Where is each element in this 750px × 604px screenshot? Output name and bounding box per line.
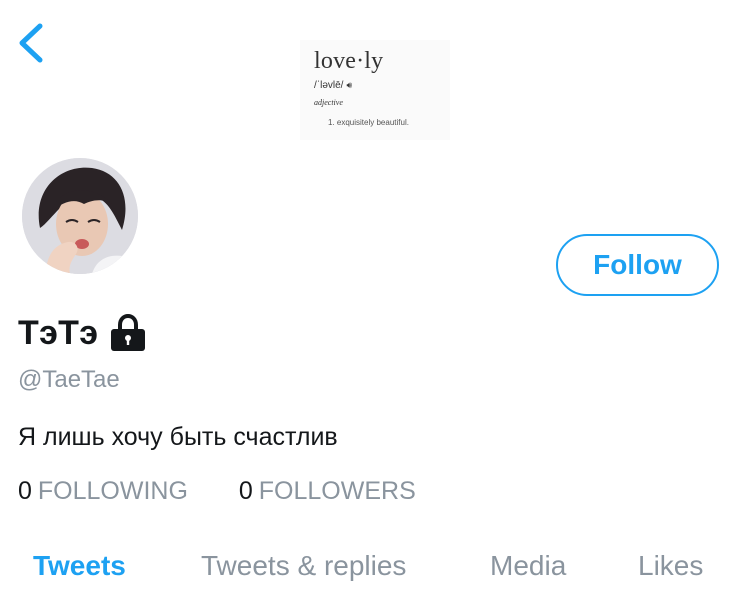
speaker-icon: 🔊︎ [346, 80, 353, 90]
display-name: ТэТэ [18, 313, 99, 352]
profile-stats: 0 FOLLOWING 0 FOLLOWERS [18, 477, 416, 506]
back-button[interactable] [10, 18, 54, 68]
following-count: 0 [18, 477, 32, 505]
followers-count: 0 [238, 477, 253, 505]
tab-tweets-replies[interactable]: Tweets & replies [201, 550, 406, 582]
profile-header: love·ly /ˈləvlē/🔊︎ adjective 1. exquisit… [0, 0, 750, 160]
follow-button[interactable]: Follow [556, 234, 719, 296]
tab-likes[interactable]: Likes [638, 550, 703, 582]
definition-part-of-speech: adjective [314, 98, 343, 107]
profile-name-row: ТэТэ [18, 311, 148, 355]
definition-pronunciation: /ˈləvlē/🔊︎ [314, 80, 353, 91]
profile-bio: Я лишь хочу быть счастлив [18, 423, 338, 451]
following-label: FOLLOWING [37, 477, 188, 505]
lock-icon [108, 313, 148, 352]
header-banner: love·ly /ˈləvlē/🔊︎ adjective 1. exquisit… [300, 40, 450, 140]
avatar[interactable] [18, 154, 142, 278]
definition-word: love·ly [314, 48, 384, 74]
definition-sense: 1. exquisitely beautiful. [328, 118, 409, 127]
following-stat[interactable]: 0 FOLLOWING [18, 477, 188, 506]
chevron-left-icon [10, 23, 54, 72]
profile-tabs: Tweets Tweets & replies Media Likes [0, 540, 750, 600]
tab-tweets[interactable]: Tweets [33, 550, 126, 582]
avatar-photo [22, 158, 138, 274]
profile-handle: @TaeTae [18, 366, 120, 393]
followers-stat[interactable]: 0 FOLLOWERS [239, 477, 416, 506]
tab-media[interactable]: Media [490, 550, 566, 582]
followers-label: FOLLOWERS [258, 477, 416, 505]
